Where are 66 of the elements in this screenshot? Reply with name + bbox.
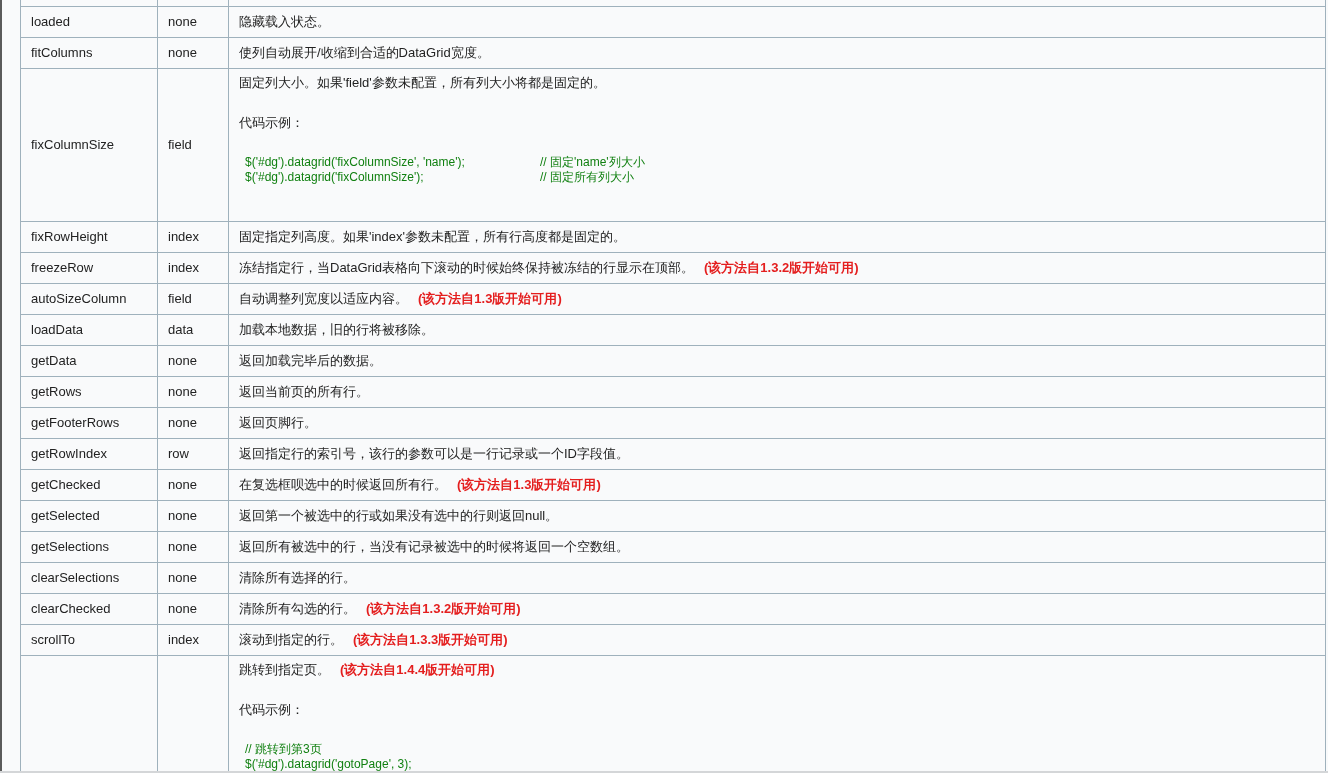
method-name: loadData	[31, 322, 84, 338]
method-name: loaded	[31, 14, 71, 30]
code-comment: // 固定'name'列大小	[540, 155, 645, 170]
description-text: 冻结指定行，当DataGrid表格向下滚动的时候始终保持被冻结的行显示在顶部。	[239, 260, 695, 276]
description-text: 固定指定列高度。如果'index'参数未配置，所有行高度都是固定的。	[239, 229, 627, 245]
description-text: 固定列大小。如果'field'参数未配置，所有列大小将都是固定的。	[239, 75, 606, 91]
description-text: 返回指定行的索引号，该行的参数可以是一行记录或一个ID字段值。	[239, 446, 629, 462]
code-text: $('#dg').datagrid('fixColumnSize', 'name');	[245, 155, 465, 170]
description-text: 加载本地数据，旧的行将被移除。	[239, 322, 434, 338]
method-name: clearChecked	[31, 601, 111, 617]
version-note: (该方法自1.3版开始可用)	[418, 291, 562, 307]
parameter-name: none	[168, 477, 197, 493]
method-name: getFooterRows	[31, 415, 120, 431]
method-name: fixColumnSize	[31, 137, 115, 153]
parameter-name: none	[168, 45, 197, 61]
parameter-name: index	[168, 260, 200, 276]
parameter-name: none	[168, 384, 197, 400]
code-text: $('#dg').datagrid('fixColumnSize');	[245, 170, 424, 185]
description-text: 代码示例：	[239, 115, 304, 131]
parameter-name: field	[168, 137, 192, 153]
method-name: getSelections	[31, 539, 110, 555]
parameter-name: none	[168, 601, 197, 617]
description-text: 使列自动展开/收缩到合适的DataGrid宽度。	[239, 45, 490, 61]
parameter-name: index	[168, 229, 200, 245]
parameter-name: none	[168, 570, 197, 586]
parameter-name: field	[168, 291, 192, 307]
method-name: getChecked	[31, 477, 101, 493]
method-name: fixRowHeight	[31, 229, 108, 245]
code-comment: // 固定所有列大小	[540, 170, 634, 185]
description-text: 自动调整列宽度以适应内容。	[239, 291, 408, 307]
version-note: (该方法自1.3.2版开始可用)	[704, 260, 859, 276]
method-name: getData	[31, 353, 77, 369]
version-note: (该方法自1.3.3版开始可用)	[353, 632, 508, 648]
method-name: clearSelections	[31, 570, 120, 586]
description-text: 跳转到指定页。	[239, 662, 330, 678]
version-note: (该方法自1.4.4版开始可用)	[340, 662, 495, 678]
parameter-name: none	[168, 353, 197, 369]
parameter-name: none	[168, 14, 197, 30]
description-text: 清除所有选择的行。	[239, 570, 356, 586]
method-name: scrollTo	[31, 632, 76, 648]
method-name: autoSizeColumn	[31, 291, 127, 307]
description-text: 在复选框呗选中的时候返回所有行。	[239, 477, 447, 493]
description-text: 代码示例：	[239, 702, 304, 718]
method-name: getSelected	[31, 508, 100, 524]
description-text: 返回页脚行。	[239, 415, 317, 431]
parameter-name: none	[168, 539, 197, 555]
description-text: 清除所有勾选的行。	[239, 601, 356, 617]
method-name: getRows	[31, 384, 82, 400]
version-note: (该方法自1.3版开始可用)	[457, 477, 601, 493]
description-text: 返回所有被选中的行，当没有记录被选中的时候将返回一个空数组。	[239, 539, 629, 555]
method-name: getRowIndex	[31, 446, 107, 462]
description-text: 滚动到指定的行。	[239, 632, 343, 648]
method-name: fitColumns	[31, 45, 93, 61]
parameter-name: data	[168, 322, 194, 338]
method-name: freezeRow	[31, 260, 94, 276]
parameter-name: index	[168, 632, 200, 648]
description-text: 返回加载完毕后的数据。	[239, 353, 382, 369]
code-text: $('#dg').datagrid('gotoPage', 3);	[245, 757, 412, 771]
parameter-name: row	[168, 446, 189, 462]
parameter-name: none	[168, 508, 197, 524]
parameter-name: none	[168, 415, 197, 431]
version-note: (该方法自1.3.2版开始可用)	[366, 601, 521, 617]
description-text: 隐藏载入状态。	[239, 14, 330, 30]
description-text: 返回当前页的所有行。	[239, 384, 369, 400]
description-text: 返回第一个被选中的行或如果没有选中的行则返回null。	[239, 508, 559, 524]
code-comment: // 跳转到第3页	[245, 742, 322, 757]
